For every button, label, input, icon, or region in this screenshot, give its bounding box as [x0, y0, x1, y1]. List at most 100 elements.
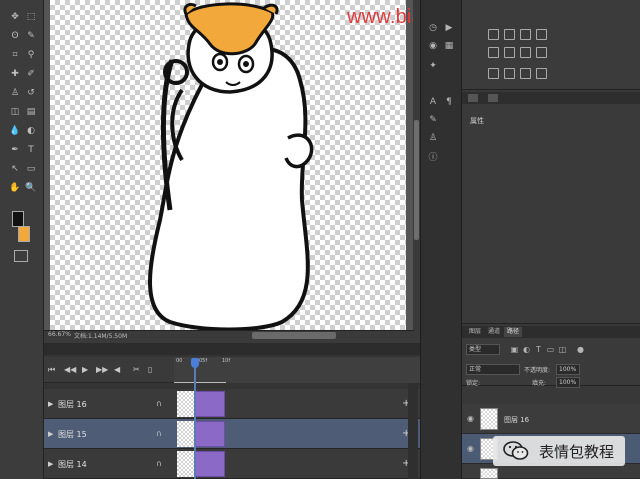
quick-mask-icon[interactable] [14, 250, 28, 262]
next-frame-icon[interactable]: ▶▶ [96, 365, 108, 374]
filter-shape-icon[interactable]: ▭ [546, 345, 555, 354]
opacity-label: 不透明度: [524, 367, 551, 374]
clip-bar[interactable] [195, 421, 225, 447]
clone-source-panel-icon[interactable]: ♙ [427, 132, 439, 144]
info-panel-icon[interactable]: ⓘ [427, 150, 439, 163]
styles-panel-icon[interactable]: ✦ [427, 60, 439, 72]
hue-saturation-icon[interactable] [504, 47, 515, 58]
eyedropper-tool-icon[interactable]: ⚲ [24, 48, 38, 62]
track-link-icon[interactable]: ∩ [156, 459, 162, 468]
track-link-icon[interactable]: ∩ [156, 399, 162, 408]
visibility-eye-icon[interactable]: ◉ [467, 414, 476, 423]
paragraph-panel-icon[interactable]: ¶ [443, 96, 455, 108]
split-clip-icon[interactable]: ✂ [133, 365, 140, 374]
filter-toggle-icon[interactable]: ● [576, 345, 585, 354]
clip-bar[interactable] [195, 451, 225, 477]
filter-type-icon[interactable]: T [534, 345, 543, 354]
gradient-tool-icon[interactable]: ▤ [24, 105, 38, 119]
document-size-info[interactable]: 文档:1.14M/5.50M [74, 331, 127, 340]
tab-layers[interactable]: 图层 [466, 327, 484, 337]
layer-name[interactable]: 图层 16 [504, 415, 529, 425]
eraser-tool-icon[interactable]: ◫ [8, 105, 22, 119]
layer-kind-filter[interactable]: 类型 [466, 344, 500, 355]
opacity-field[interactable]: 100% [556, 364, 580, 375]
clone-stamp-tool-icon[interactable]: ♙ [8, 86, 22, 100]
zoom-level[interactable]: 66.67% [48, 331, 71, 338]
threshold-icon[interactable] [520, 68, 531, 79]
gradient-map-icon[interactable] [536, 68, 547, 79]
black-white-icon[interactable] [536, 47, 547, 58]
filter-smart-object-icon[interactable]: ◫ [558, 345, 567, 354]
clip-thumbnail [177, 451, 195, 477]
expand-triangle-icon[interactable]: ▶ [48, 430, 53, 438]
levels-icon[interactable] [504, 29, 515, 40]
blur-tool-icon[interactable]: 💧 [8, 124, 22, 138]
shape-tool-icon[interactable]: ▭ [24, 162, 38, 176]
clip-bar[interactable] [195, 391, 225, 417]
dodge-tool-icon[interactable]: ◐ [24, 124, 38, 138]
play-icon[interactable]: ▶ [82, 365, 88, 374]
color-balance-icon[interactable] [520, 47, 531, 58]
brightness-contrast-icon[interactable] [488, 29, 499, 40]
fill-field[interactable]: 100% [556, 377, 580, 388]
playhead-handle[interactable] [191, 358, 199, 368]
canvas[interactable] [50, 0, 406, 332]
audio-icon[interactable]: ◀ [114, 365, 120, 374]
healing-brush-tool-icon[interactable]: ✚ [8, 67, 22, 81]
previous-frame-icon[interactable]: ◀◀ [64, 365, 76, 374]
expand-triangle-icon[interactable]: ▶ [48, 460, 53, 468]
type-tool-icon[interactable]: T [24, 143, 38, 157]
lasso-tool-icon[interactable]: ʘ [8, 29, 22, 43]
playhead-line [194, 368, 196, 479]
first-frame-icon[interactable]: ⏮ [48, 365, 55, 375]
exposure-icon[interactable] [536, 29, 547, 40]
marquee-tool-icon[interactable]: ⬚ [24, 10, 38, 24]
expand-triangle-icon[interactable]: ▶ [48, 400, 53, 408]
actions-panel-icon[interactable]: ▶ [443, 22, 455, 34]
timeline-track[interactable]: ▶ 图层 16 ∩ + [44, 389, 420, 419]
timeline-track-selected[interactable]: ▶ 图层 15 ∩ + [44, 419, 420, 449]
foreground-color-swatch[interactable] [12, 211, 24, 227]
timeline-scrollbar[interactable] [408, 383, 418, 479]
color-panel-icon[interactable]: ◉ [427, 40, 439, 52]
invert-icon[interactable] [488, 68, 499, 79]
ruler-label: 10f [222, 358, 231, 364]
layer-row[interactable] [462, 464, 640, 479]
character-panel-icon[interactable]: A [427, 96, 439, 108]
quick-select-tool-icon[interactable]: ✎ [24, 29, 38, 43]
transition-icon[interactable]: ▯ [148, 365, 152, 374]
properties-label: 属性 [470, 117, 484, 125]
tab-paths[interactable]: 路径 [504, 327, 523, 337]
brush-tool-icon[interactable]: ✐ [24, 67, 38, 81]
background-color-swatch[interactable] [18, 226, 30, 242]
tab-channels[interactable]: 通道 [485, 327, 503, 337]
move-tool-icon[interactable]: ✥ [8, 10, 22, 24]
timeline-header [44, 343, 420, 355]
brush-panel-icon[interactable]: ✎ [427, 114, 439, 126]
zoom-tool-icon[interactable]: 🔍 [24, 181, 38, 195]
crop-tool-icon[interactable]: ⌗ [8, 48, 22, 62]
filter-pixel-icon[interactable]: ▣ [510, 345, 519, 354]
swatches-panel-icon[interactable]: ▦ [443, 40, 455, 52]
history-panel-icon[interactable]: ◷ [427, 22, 439, 34]
filter-adjustment-icon[interactable]: ◐ [522, 345, 531, 354]
wechat-account-name: 表情包教程 [539, 442, 615, 461]
visibility-eye-icon[interactable]: ◉ [467, 444, 476, 453]
tab-properties[interactable] [468, 94, 478, 102]
timeline-track[interactable]: ▶ 图层 14 ∩ + [44, 449, 420, 479]
canvas-horizontal-scroll-thumb[interactable] [252, 332, 336, 339]
posterize-icon[interactable] [504, 68, 515, 79]
panel-dock-strip: ◷ ▶ ◉ ▦ ✦ A ¶ ✎ ♙ ⓘ [420, 0, 462, 479]
curves-icon[interactable] [520, 29, 531, 40]
hand-tool-icon[interactable]: ✋ [8, 181, 22, 195]
tab-info[interactable] [488, 94, 498, 102]
blend-mode-select[interactable]: 正常 [466, 364, 520, 375]
history-brush-tool-icon[interactable]: ↺ [24, 86, 38, 100]
canvas-vertical-scroll-thumb[interactable] [414, 120, 419, 240]
pen-tool-icon[interactable]: ✒ [8, 143, 22, 157]
layer-row[interactable]: ◉ 图层 16 [462, 404, 640, 434]
vibrance-icon[interactable] [488, 47, 499, 58]
path-select-tool-icon[interactable]: ↖ [8, 162, 22, 176]
track-link-icon[interactable]: ∩ [156, 429, 162, 438]
work-area-bar[interactable] [174, 374, 226, 383]
